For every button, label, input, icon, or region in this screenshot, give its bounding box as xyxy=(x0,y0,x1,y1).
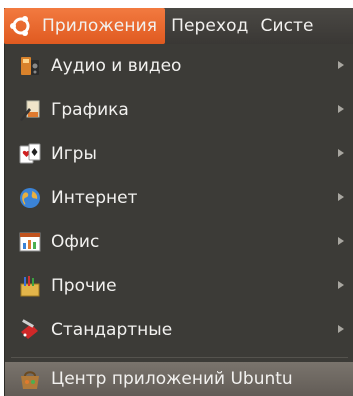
menu-item-graphics[interactable]: Графика xyxy=(5,88,353,132)
screenshot-frame: Приложения Переход Систе Аудио и видео Г… xyxy=(0,0,353,396)
games-icon xyxy=(17,141,43,167)
submenu-arrow-icon xyxy=(338,61,344,69)
menu-item-label: Игры xyxy=(51,144,97,164)
submenu-arrow-icon xyxy=(338,237,344,245)
menu-item-label: Прочие xyxy=(51,276,117,296)
menu-item-internet[interactable]: Интернет xyxy=(5,176,353,220)
menu-item-games[interactable]: Игры xyxy=(5,132,353,176)
applications-menu[interactable]: Приложения xyxy=(4,8,166,44)
menu-item-label: Центр приложений Ubuntu xyxy=(51,369,293,389)
submenu-arrow-icon xyxy=(338,105,344,113)
menu-item-other[interactable]: Прочие xyxy=(5,264,353,308)
audio-video-icon xyxy=(17,53,43,79)
submenu-arrow-icon xyxy=(338,325,344,333)
internet-globe-icon xyxy=(17,185,43,211)
menu-item-audio-video[interactable]: Аудио и видео xyxy=(5,44,353,88)
other-icon xyxy=(17,273,43,299)
menu-item-accessories[interactable]: Стандартные xyxy=(5,308,353,352)
ubuntu-logo-icon xyxy=(10,16,30,36)
applications-menu-label: Приложения xyxy=(42,16,158,36)
menu-item-office[interactable]: Офис xyxy=(5,220,353,264)
places-menu[interactable]: Переход xyxy=(165,8,254,44)
accessories-icon xyxy=(17,317,43,343)
submenu-arrow-icon xyxy=(338,149,344,157)
submenu-arrow-icon xyxy=(338,193,344,201)
menu-item-label: Офис xyxy=(51,232,100,252)
office-icon xyxy=(17,229,43,255)
menu-item-software-center[interactable]: Центр приложений Ubuntu xyxy=(5,362,353,396)
software-center-icon xyxy=(17,366,43,392)
graphics-icon xyxy=(17,97,43,123)
applications-dropdown: Аудио и видео Графика Игры Интернет Офис… xyxy=(4,44,353,396)
menu-item-label: Аудио и видео xyxy=(51,56,182,76)
menu-separator xyxy=(11,357,348,358)
menu-item-label: Стандартные xyxy=(51,320,173,340)
top-panel: Приложения Переход Систе xyxy=(4,8,353,45)
menu-item-label: Интернет xyxy=(51,188,138,208)
system-menu[interactable]: Систе xyxy=(254,8,319,44)
system-menu-label: Систе xyxy=(260,16,314,36)
submenu-arrow-icon xyxy=(338,281,344,289)
places-menu-label: Переход xyxy=(171,16,249,36)
menu-item-label: Графика xyxy=(51,100,129,120)
